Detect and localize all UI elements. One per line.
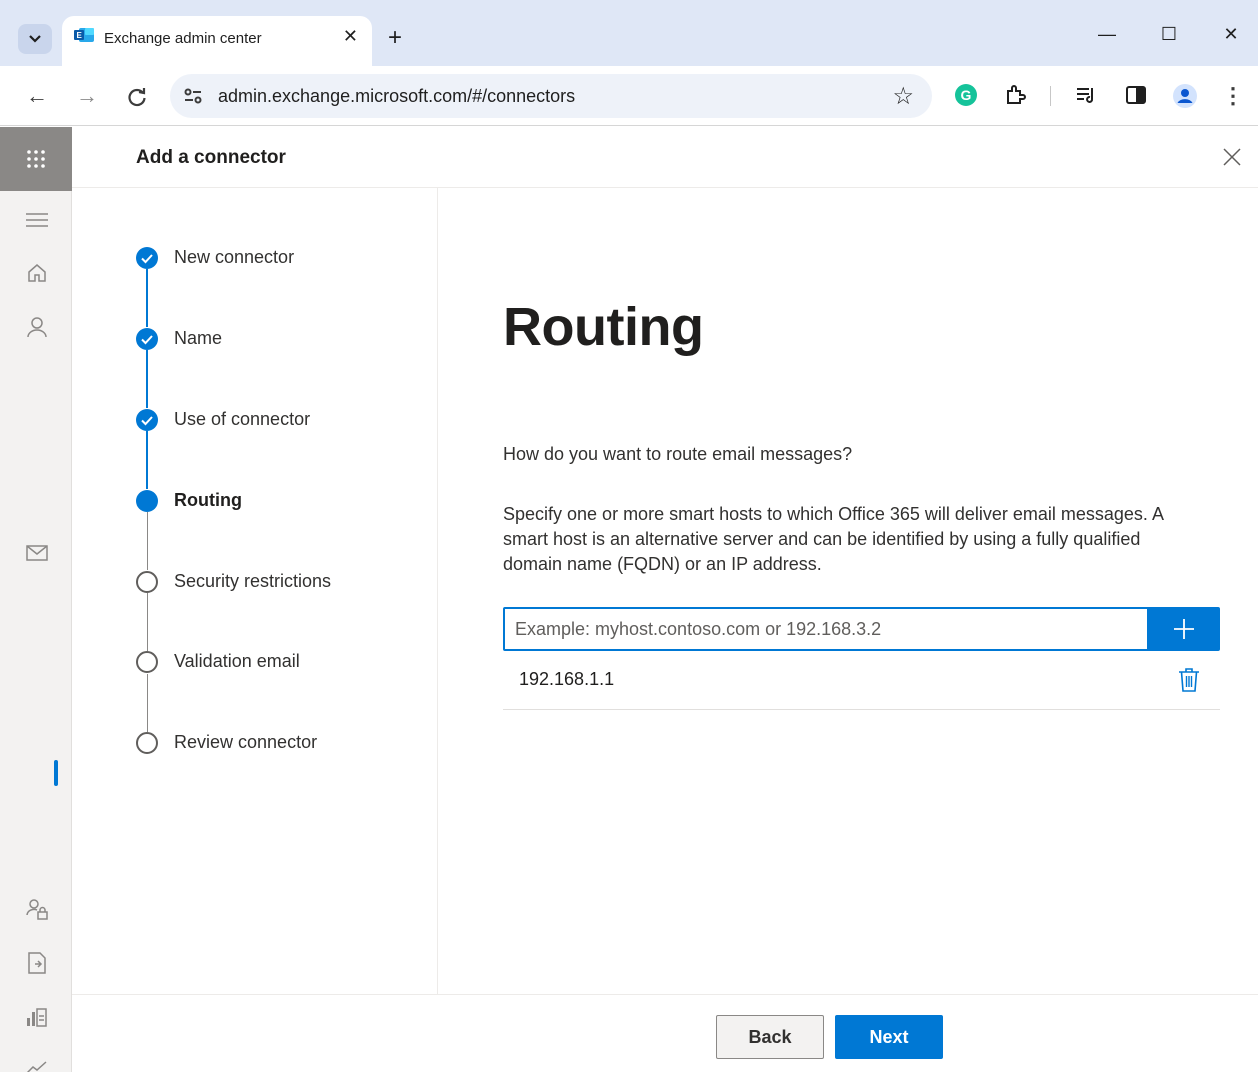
step-label: Review connector [174,732,318,752]
exchange-logo-icon: E [74,28,94,42]
extensions-puzzle-icon[interactable] [1004,83,1028,107]
browser-tab[interactable]: E Exchange admin center ✕ [62,16,372,66]
minimize-button[interactable]: — [1092,24,1122,45]
routing-description: Specify one or more smart hosts to which… [503,504,1163,574]
reports-chart-icon[interactable] [24,1005,50,1029]
grammarly-icon[interactable]: G [954,83,978,107]
browser-menu-icon[interactable]: ⋮ [1218,82,1248,110]
side-panel-icon[interactable] [1124,83,1148,107]
back-arrow-icon[interactable]: ← [22,82,52,110]
smart-host-row: 192.168.1.1 [503,658,1220,710]
current-step-dot-icon [136,490,158,512]
empty-circle-icon [136,571,158,593]
smart-host-value: 192.168.1.1 [519,669,615,689]
waffle-icon [27,150,45,168]
svg-text:E: E [77,31,83,40]
panel-header: Add a connector [72,127,1258,188]
toolbar-divider [1050,86,1051,106]
tab-title: Exchange admin center [104,30,262,47]
step-label: Security restrictions [174,571,332,591]
step-connector-line [146,431,148,489]
step-connector-line [146,350,148,408]
maximize-button[interactable]: ☐ [1154,24,1184,45]
chevron-down-icon [29,35,41,43]
browser-toolbar: ← → admin.exchange.microsoft.com/#/conne… [0,66,1258,126]
left-nav-rail [0,127,72,1072]
add-connector-panel: Add a connector New connector Name Use o… [72,127,1258,1072]
step-label: Name [174,328,223,348]
forward-arrow-icon[interactable]: → [72,82,102,110]
plus-icon [1174,619,1194,639]
browser-tab-strip: E Exchange admin center ✕ + — ☐ ✕ [0,0,1258,66]
smart-host-input[interactable] [503,607,1149,651]
step-connector-line [146,269,148,327]
roles-person-lock-icon[interactable] [24,897,50,921]
panel-title: Add a connector [136,147,286,168]
check-circle-icon [136,409,158,431]
app-launcher-button[interactable] [0,127,72,191]
step-label: Use of connector [174,409,311,429]
bookmark-star-icon[interactable]: ☆ [892,82,914,111]
recipients-person-icon[interactable] [24,315,50,339]
hamburger-menu-icon[interactable] [24,208,50,232]
step-label: Validation email [174,651,300,671]
routing-question: How do you want to route email messages? [503,444,853,464]
site-info-button[interactable] [178,82,208,110]
window-close-button[interactable]: ✕ [1216,24,1246,45]
page-title: Routing [503,297,704,357]
step-connector-line [147,593,148,651]
active-section-marker [54,760,58,786]
next-button[interactable]: Next [835,1015,943,1059]
home-icon[interactable] [24,261,50,285]
tab-close-button[interactable]: ✕ [343,26,358,47]
new-tab-button[interactable]: + [388,24,402,52]
step-connector-line [147,512,148,570]
url-text: admin.exchange.microsoft.com/#/connector… [218,86,576,106]
empty-circle-icon [136,651,158,673]
wizard-footer: Back Next [72,994,1258,1072]
tune-icon [184,88,202,104]
delete-trash-icon[interactable] [1178,667,1200,693]
insights-trend-icon[interactable] [24,1055,50,1072]
step-label: New connector [174,247,295,267]
step-connector-line [147,674,148,732]
empty-circle-icon [136,732,158,754]
back-button[interactable]: Back [716,1015,824,1059]
reload-icon[interactable] [122,86,152,108]
tab-search-button[interactable] [18,24,52,54]
add-smart-host-button[interactable] [1148,607,1220,651]
check-circle-icon [136,328,158,350]
close-panel-icon[interactable] [1218,143,1246,171]
svg-text:G: G [961,87,972,103]
reading-list-icon[interactable] [1074,83,1098,107]
step-label: Routing [174,490,242,510]
mail-flow-envelope-icon[interactable] [24,541,50,565]
check-circle-icon [136,247,158,269]
profile-avatar-icon[interactable] [1172,83,1198,109]
migration-document-icon[interactable] [24,951,50,975]
wizard-stepper: New connector Name Use of connector Rout… [72,188,438,994]
address-bar[interactable]: admin.exchange.microsoft.com/#/connector… [170,74,932,118]
